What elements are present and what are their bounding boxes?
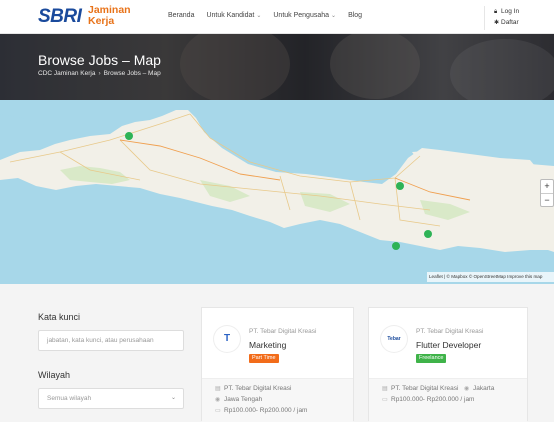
zoom-out-button[interactable]: − xyxy=(541,193,553,206)
nav-label: Untuk Pengusaha xyxy=(273,12,330,19)
job-title[interactable]: Flutter Developer xyxy=(416,340,481,350)
nav-item-untuk-pengusaha[interactable]: Untuk Pengusaha ⌄ xyxy=(273,12,336,19)
map-pin-icon: ◉ xyxy=(464,386,470,392)
login-label: Log In xyxy=(501,8,520,15)
job-salary: Rp100.000- Rp200.000 / jam xyxy=(391,396,475,403)
job-salary-row: ▭ Rp100.000- Rp200.000 / jam xyxy=(215,407,307,414)
job-company: PT. Tebar Digital Kreasi xyxy=(249,328,317,335)
map-attribution[interactable]: Leaflet | © Mapbox © OpenStreetMap Impro… xyxy=(427,272,554,282)
zoom-in-button[interactable]: + xyxy=(541,180,553,193)
job-location: Jawa Tengah xyxy=(224,396,263,403)
map-zoom-control: + − xyxy=(540,179,554,207)
map-marker xyxy=(396,182,404,190)
job-company-footer: PT. Tebar Digital Kreasi xyxy=(391,385,459,392)
job-company-row: ▤ PT. Tebar Digital Kreasi xyxy=(382,385,458,392)
job-card-footer: ▤ PT. Tebar Digital Kreasi ◉ Jawa Tengah ▭… xyxy=(202,378,353,422)
nav-label: Untuk Kandidat xyxy=(206,12,255,19)
chevron-down-icon: ⌄ xyxy=(331,13,337,19)
company-logo: T xyxy=(214,326,240,352)
chevron-down-icon: ⌄ xyxy=(170,395,176,401)
logo-brand: SBRI xyxy=(38,6,82,27)
job-type-badge: Freelance xyxy=(416,354,447,363)
breadcrumb-current: Browse Jobs – Map xyxy=(103,70,161,77)
site-header: SBRI Jaminan Kerja Beranda Untuk Kandida… xyxy=(0,0,554,34)
job-location-row: ◉ Jawa Tengah xyxy=(215,396,262,403)
nav-label: Blog xyxy=(348,12,363,19)
map-marker xyxy=(392,242,400,250)
job-company: PT. Tebar Digital Kreasi xyxy=(416,328,484,335)
company-logo: Tebar xyxy=(381,326,407,352)
breadcrumb-separator-icon: › xyxy=(98,70,101,77)
login-link[interactable]: 🔒︎ Log In xyxy=(494,6,554,17)
page-hero: Browse Jobs – Map xyxy=(0,34,554,100)
building-icon: ▤ xyxy=(215,386,221,392)
register-label: Daftar xyxy=(501,19,519,26)
page-title: Browse Jobs – Map xyxy=(38,52,161,68)
register-link[interactable]: ✱ Daftar xyxy=(494,17,554,28)
nav-item-untuk-kandidat[interactable]: Untuk Kandidat ⌄ xyxy=(206,12,261,19)
job-title[interactable]: Marketing xyxy=(249,340,286,350)
keyword-search-input[interactable]: jabatan, kata kunci, atau perusahaan xyxy=(38,330,184,351)
logo-line1: Jaminan xyxy=(88,4,131,16)
auth-links: 🔒︎ Log In ✱ Daftar xyxy=(484,6,554,30)
job-card[interactable]: T PT. Tebar Digital Kreasi Marketing Par… xyxy=(201,307,354,422)
nav-item-blog[interactable]: Blog xyxy=(348,12,362,19)
job-salary-row: ▭ Rp100.000- Rp200.000 / jam xyxy=(382,396,474,403)
job-location: Jakarta xyxy=(473,385,495,392)
job-card[interactable]: Tebar PT. Tebar Digital Kreasi Flutter D… xyxy=(368,307,528,422)
job-company-row: ▤ PT. Tebar Digital Kreasi xyxy=(215,385,291,392)
job-salary: Rp100.000- Rp200.000 / jam xyxy=(224,407,308,414)
logo-line2: Kerja xyxy=(88,15,115,27)
chevron-down-icon: ⌄ xyxy=(256,13,262,19)
money-icon: ▭ xyxy=(382,397,388,403)
gear-icon: ✱ xyxy=(494,20,500,26)
job-type-badge: Part Time xyxy=(249,354,279,363)
jobs-map[interactable] xyxy=(0,100,554,284)
map-canvas xyxy=(0,100,554,284)
job-card-footer: ▤ PT. Tebar Digital Kreasi ◉ Jakarta ▭ Rp10… xyxy=(369,378,527,422)
region-select[interactable]: Semua wilayah ⌄ xyxy=(38,388,184,409)
main-nav: Beranda Untuk Kandidat ⌄ Untuk Pengusaha ⌄… xyxy=(168,12,362,19)
keyword-label: Kata kunci xyxy=(38,312,81,322)
job-company-footer: PT. Tebar Digital Kreasi xyxy=(224,385,292,392)
money-icon: ▭ xyxy=(215,408,221,414)
region-select-value: Semua wilayah xyxy=(47,395,92,402)
map-marker xyxy=(424,230,432,238)
site-logo[interactable]: SBRI Jaminan Kerja xyxy=(38,5,134,29)
job-location-row: ◉ Jakarta xyxy=(464,385,494,392)
map-pin-icon: ◉ xyxy=(215,397,221,403)
nav-item-beranda[interactable]: Beranda xyxy=(168,12,194,19)
breadcrumb: CDC Jaminan Kerja › Browse Jobs – Map xyxy=(38,70,161,77)
nav-label: Beranda xyxy=(168,12,195,19)
breadcrumb-home-link[interactable]: CDC Jaminan Kerja xyxy=(38,70,95,77)
map-marker xyxy=(125,132,133,140)
region-label: Wilayah xyxy=(38,370,71,380)
building-icon: ▤ xyxy=(382,386,388,392)
